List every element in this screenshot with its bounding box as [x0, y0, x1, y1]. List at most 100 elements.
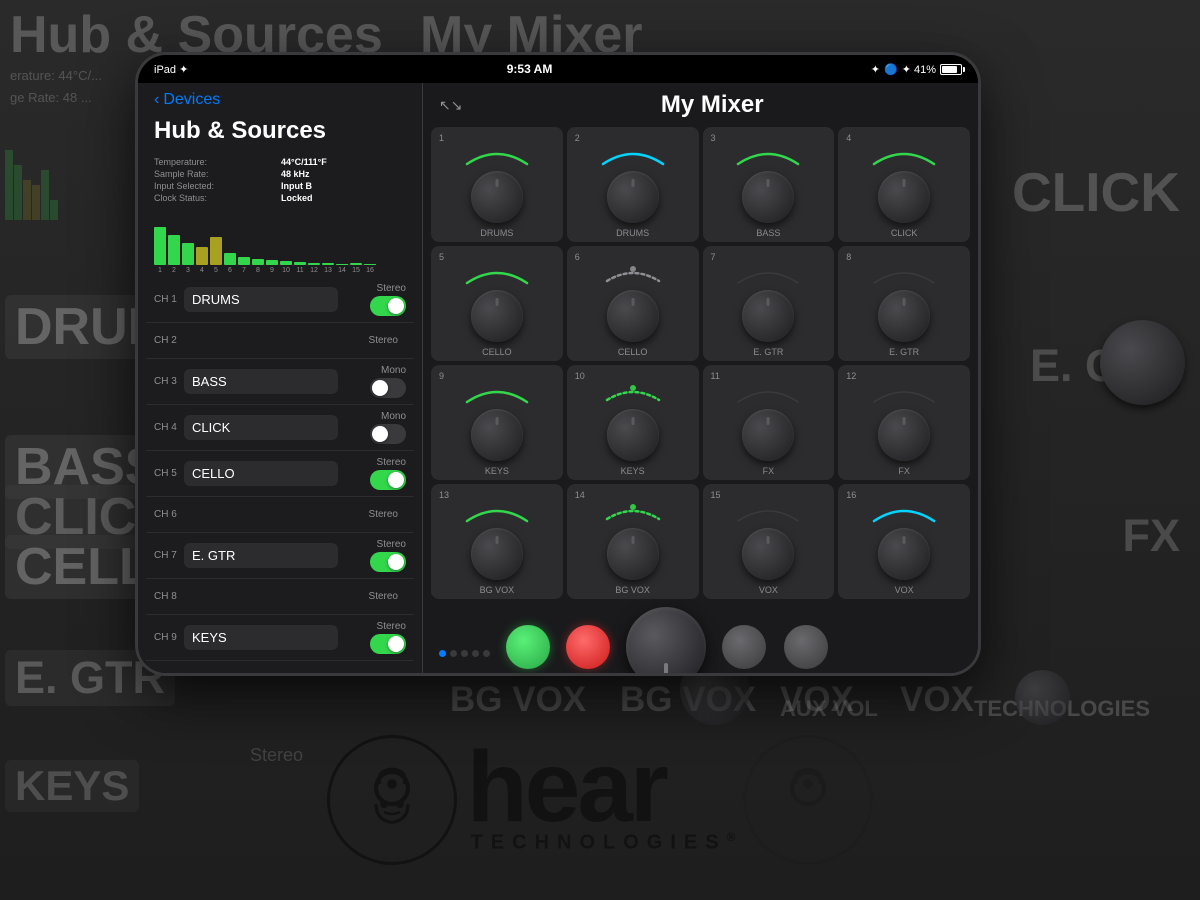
ch-toggle-2[interactable]	[370, 378, 406, 398]
channel-item-cello[interactable]: CH 5 CELLO Stereo	[146, 451, 414, 497]
arc-15	[734, 503, 802, 523]
logo-technologies: TECHNOLOGIES®	[471, 830, 744, 855]
knob-16[interactable]	[878, 528, 930, 580]
arc-16	[870, 503, 938, 523]
meter-num-14: 14	[336, 267, 348, 274]
intercom-control[interactable]: INTERCOM	[782, 625, 830, 673]
meter-bar-12	[308, 263, 320, 265]
channel-empty-2: CH 2Stereo	[146, 323, 414, 359]
meter-bar-13	[322, 263, 334, 265]
ch-num-8: 8	[846, 252, 851, 262]
ch-name-label-11: FX	[763, 466, 775, 476]
ch-name-label-7: E. GTR	[753, 347, 783, 357]
mixer-channel-14[interactable]: 14 BG VOX	[567, 484, 699, 599]
mixer-channel-2[interactable]: 2 DRUMS	[567, 127, 699, 242]
dot-2	[450, 650, 457, 657]
mixer-title: My Mixer	[661, 91, 764, 119]
channel-item-drums[interactable]: CH 1 DRUMS Stereo	[146, 277, 414, 323]
mixer-channel-12[interactable]: 12 FX	[838, 365, 970, 480]
aux-label: AUX	[579, 672, 598, 673]
back-label[interactable]: Devices	[163, 91, 220, 109]
meter-bar-16	[364, 264, 376, 265]
knob-9[interactable]	[471, 409, 523, 461]
aux-vol-control[interactable]: AUX VOL	[626, 607, 706, 673]
mixer-channel-1[interactable]: 1 DRUMS	[431, 127, 563, 242]
ch-num-4: 4	[846, 133, 851, 143]
knob-10[interactable]	[607, 409, 659, 461]
pan-button[interactable]	[506, 625, 550, 669]
knob-15[interactable]	[742, 528, 794, 580]
panel-info: Temperature: 44°C/111°F Sample Rate: 48 …	[138, 153, 422, 207]
dot-indicators	[439, 650, 490, 657]
mixer-channel-7[interactable]: 7 E. GTR	[703, 246, 835, 361]
aux-control[interactable]: AUX	[566, 625, 610, 673]
meter-bar-7	[238, 257, 250, 265]
meter-bar-4	[196, 247, 208, 265]
ch-toggle-6[interactable]	[370, 552, 406, 572]
ch-name-label-4: CLICK	[891, 228, 918, 238]
ch-name-label-3: BASS	[756, 228, 780, 238]
intercom-button[interactable]	[784, 625, 828, 669]
ch-name-label-5: CELLO	[482, 347, 512, 357]
meter-bar-11	[294, 262, 306, 265]
ch-id-2: CH 3	[154, 376, 184, 387]
preset-button[interactable]	[722, 625, 766, 669]
meter-num-10: 10	[280, 267, 292, 274]
pan-control[interactable]: PAN	[506, 625, 550, 673]
knob-11[interactable]	[742, 409, 794, 461]
mixer-channel-5[interactable]: 5 CELLO	[431, 246, 563, 361]
channel-item-click[interactable]: CH 4 CLICK Mono	[146, 405, 414, 451]
mixer-channel-8[interactable]: 8 E. GTR	[838, 246, 970, 361]
preset-control[interactable]: PRESET	[722, 625, 766, 673]
mixer-channel-13[interactable]: 13 BG VOX	[431, 484, 563, 599]
meter-num-12: 12	[308, 267, 320, 274]
mixer-channel-10[interactable]: 10 KEYS	[567, 365, 699, 480]
ch-name-4[interactable]: CELLO	[184, 461, 338, 486]
status-left: iPad ✦	[154, 63, 188, 76]
ch-name-0[interactable]: DRUMS	[184, 287, 338, 312]
ch-name-label-1: DRUMS	[480, 228, 513, 238]
knob-1[interactable]	[471, 171, 523, 223]
knob-8[interactable]	[878, 290, 930, 342]
knob-7[interactable]	[742, 290, 794, 342]
knob-4[interactable]	[878, 171, 930, 223]
knob-3[interactable]	[742, 171, 794, 223]
ch-toggle-4[interactable]	[370, 470, 406, 490]
knob-5[interactable]	[471, 290, 523, 342]
arc-11	[734, 384, 802, 404]
arc-4	[870, 146, 938, 166]
ch-toggle-3[interactable]	[370, 424, 406, 444]
ch-num-7: 7	[711, 252, 716, 262]
ch-num-13: 13	[439, 490, 449, 500]
ch-name-3[interactable]: CLICK	[184, 415, 338, 440]
ch-name-label-15: VOX	[759, 585, 778, 595]
channel-item-keys[interactable]: CH 9 KEYS Stereo	[146, 615, 414, 661]
ch-name-8[interactable]: KEYS	[184, 625, 338, 650]
knob-2[interactable]	[607, 171, 659, 223]
mixer-channel-4[interactable]: 4 CLICK	[838, 127, 970, 242]
ch-name-2[interactable]: BASS	[184, 369, 338, 394]
mixer-channel-15[interactable]: 15 VOX	[703, 484, 835, 599]
mixer-channel-11[interactable]: 11 FX	[703, 365, 835, 480]
dot-3	[461, 650, 468, 657]
knob-12[interactable]	[878, 409, 930, 461]
channel-item-e.gtr[interactable]: CH 7 E. GTR Stereo	[146, 533, 414, 579]
arc-8	[870, 265, 938, 285]
knob-13[interactable]	[471, 528, 523, 580]
expand-icon[interactable]: ↖↘	[439, 97, 462, 114]
knob-6[interactable]	[607, 290, 659, 342]
aux-button[interactable]	[566, 625, 610, 669]
knob-14[interactable]	[607, 528, 659, 580]
mixer-channel-6[interactable]: 6 CELLO	[567, 246, 699, 361]
back-arrow-icon[interactable]: ‹	[154, 91, 159, 109]
ch-toggle-8[interactable]	[370, 634, 406, 654]
mixer-channel-3[interactable]: 3 BASS	[703, 127, 835, 242]
meter-num-8: 8	[252, 267, 264, 274]
mixer-channel-16[interactable]: 16 VOX	[838, 484, 970, 599]
ch-name-6[interactable]: E. GTR	[184, 543, 338, 568]
level-meters: 12345678910111213141516	[138, 207, 422, 277]
ch-toggle-0[interactable]	[370, 296, 406, 316]
mixer-channel-9[interactable]: 9 KEYS	[431, 365, 563, 480]
channel-item-bass[interactable]: CH 3 BASS Mono	[146, 359, 414, 405]
aux-vol-knob[interactable]	[626, 607, 706, 673]
